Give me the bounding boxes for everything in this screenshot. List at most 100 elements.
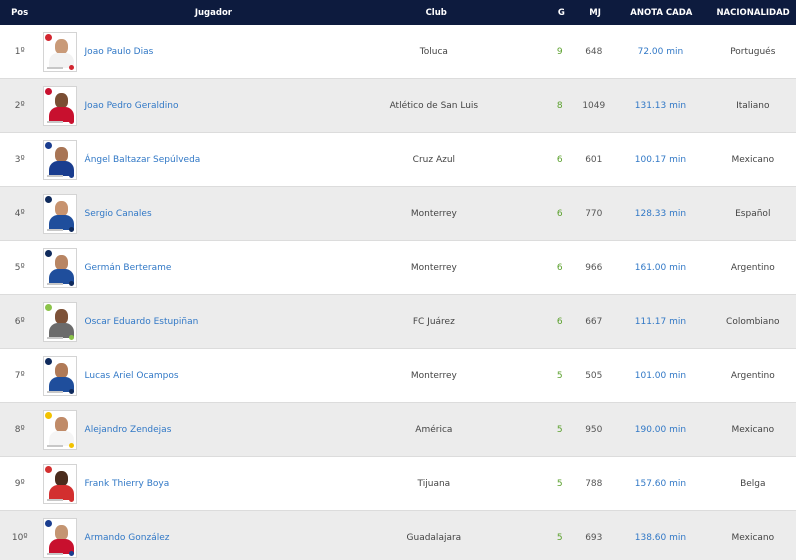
row-pos: 3º <box>14 154 25 165</box>
row-pos: 4º <box>14 208 25 219</box>
club-badge-icon <box>44 303 52 311</box>
table-row: 5º Germán Berterame Monterrey 6 966 161.… <box>0 241 796 295</box>
player-name-link[interactable]: Germán Berterame <box>85 263 172 273</box>
league-logo-icon <box>68 280 74 286</box>
row-matches: 601 <box>585 154 603 165</box>
row-matches: 1049 <box>582 100 606 111</box>
club-badge-icon <box>44 411 52 419</box>
row-player: Ángel Baltazar Sepúlveda <box>40 139 325 180</box>
header-player: Jugador <box>194 7 232 18</box>
table-row: 3º Ángel Baltazar Sepúlveda Cruz Azul 6 … <box>0 133 796 187</box>
player-photo[interactable] <box>42 463 77 504</box>
row-scores-every: 161.00 min <box>634 262 687 273</box>
player-head-icon <box>54 416 68 432</box>
club-badge-icon <box>44 249 52 257</box>
row-player: Alejandro Zendejas <box>40 409 325 450</box>
player-head-icon <box>54 308 68 324</box>
league-logo-icon <box>68 172 74 178</box>
table-header: Pos Jugador Club G MJ ANOTA CADA NACIONA… <box>0 0 796 25</box>
header-pos: Pos <box>11 7 29 18</box>
league-logo-icon <box>68 388 74 394</box>
row-nationality: Mexicano <box>731 424 775 435</box>
player-name-link[interactable]: Ángel Baltazar Sepúlveda <box>85 155 201 165</box>
player-photo[interactable] <box>42 31 77 72</box>
row-matches: 693 <box>585 532 603 543</box>
row-scores-every: 138.60 min <box>634 532 687 543</box>
player-photo[interactable] <box>42 409 77 450</box>
player-head-icon <box>54 362 68 378</box>
row-player: Germán Berterame <box>40 247 325 288</box>
league-logo-icon <box>68 64 74 70</box>
row-matches: 505 <box>585 370 603 381</box>
row-player: Sergio Canales <box>40 193 325 234</box>
card-caption-line <box>46 66 63 69</box>
row-pos: 2º <box>14 100 25 111</box>
row-scores-every: 111.17 min <box>634 316 687 327</box>
player-head-icon <box>54 146 68 162</box>
card-caption-line <box>46 390 63 393</box>
row-goals: 6 <box>556 316 563 327</box>
row-club: América <box>415 424 453 435</box>
row-scores-every: 131.13 min <box>634 100 687 111</box>
player-name-link[interactable]: Oscar Eduardo Estupiñan <box>85 317 199 327</box>
club-badge-icon <box>44 87 52 95</box>
row-pos: 9º <box>14 478 25 489</box>
row-goals: 6 <box>556 154 563 165</box>
league-logo-icon <box>68 118 74 124</box>
row-goals: 6 <box>556 262 563 273</box>
player-head-icon <box>54 92 68 108</box>
player-photo[interactable] <box>42 355 77 396</box>
league-logo-icon <box>68 226 74 232</box>
table-row: 2º Joao Pedro Geraldino Atlético de San … <box>0 79 796 133</box>
row-scores-every: 72.00 min <box>637 46 684 57</box>
row-nationality: Mexicano <box>731 154 775 165</box>
table-row: 9º Frank Thierry Boya Tijuana 5 788 157.… <box>0 457 796 511</box>
player-photo[interactable] <box>42 85 77 126</box>
row-nationality: Argentino <box>730 370 775 381</box>
card-caption-line <box>46 174 63 177</box>
player-name-link[interactable]: Frank Thierry Boya <box>85 479 170 489</box>
row-player: Armando González <box>40 517 325 558</box>
row-goals: 5 <box>556 424 563 435</box>
player-photo[interactable] <box>42 139 77 180</box>
header-club: Club <box>425 7 447 18</box>
player-head-icon <box>54 38 68 54</box>
player-name-link[interactable]: Joao Paulo Dias <box>85 47 154 57</box>
club-badge-icon <box>44 33 52 41</box>
row-scores-every: 190.00 min <box>634 424 687 435</box>
player-name-link[interactable]: Lucas Ariel Ocampos <box>85 371 179 381</box>
player-name-link[interactable]: Alejandro Zendejas <box>85 425 172 435</box>
league-logo-icon <box>68 550 74 556</box>
table-row: 8º Alejandro Zendejas América 5 950 190.… <box>0 403 796 457</box>
header-goals: G <box>557 7 565 18</box>
card-caption-line <box>46 498 63 501</box>
row-pos: 8º <box>14 424 25 435</box>
player-name-link[interactable]: Sergio Canales <box>85 209 152 219</box>
row-player: Joao Paulo Dias <box>40 31 325 72</box>
row-goals: 9 <box>556 46 563 57</box>
row-goals: 8 <box>556 100 563 111</box>
player-head-icon <box>54 524 68 540</box>
row-matches: 950 <box>585 424 603 435</box>
player-name-link[interactable]: Armando González <box>85 533 170 543</box>
player-name-link[interactable]: Joao Pedro Geraldino <box>85 101 179 111</box>
club-badge-icon <box>44 141 52 149</box>
club-badge-icon <box>44 357 52 365</box>
row-club: Monterrey <box>410 370 457 381</box>
row-scores-every: 101.00 min <box>634 370 687 381</box>
row-pos: 1º <box>14 46 25 57</box>
player-photo[interactable] <box>42 301 77 342</box>
club-badge-icon <box>44 195 52 203</box>
player-photo[interactable] <box>42 247 77 288</box>
table-row: 4º Sergio Canales Monterrey 6 770 128.33… <box>0 187 796 241</box>
row-matches: 667 <box>585 316 603 327</box>
row-pos: 6º <box>14 316 25 327</box>
card-caption-line <box>46 228 63 231</box>
row-matches: 648 <box>585 46 603 57</box>
header-scores-every: ANOTA CADA <box>630 7 693 18</box>
league-logo-icon <box>68 334 74 340</box>
player-photo[interactable] <box>42 193 77 234</box>
table-row: 7º Lucas Ariel Ocampos Monterrey 5 505 1… <box>0 349 796 403</box>
player-photo[interactable] <box>42 517 77 558</box>
row-club: Tijuana <box>417 478 451 489</box>
